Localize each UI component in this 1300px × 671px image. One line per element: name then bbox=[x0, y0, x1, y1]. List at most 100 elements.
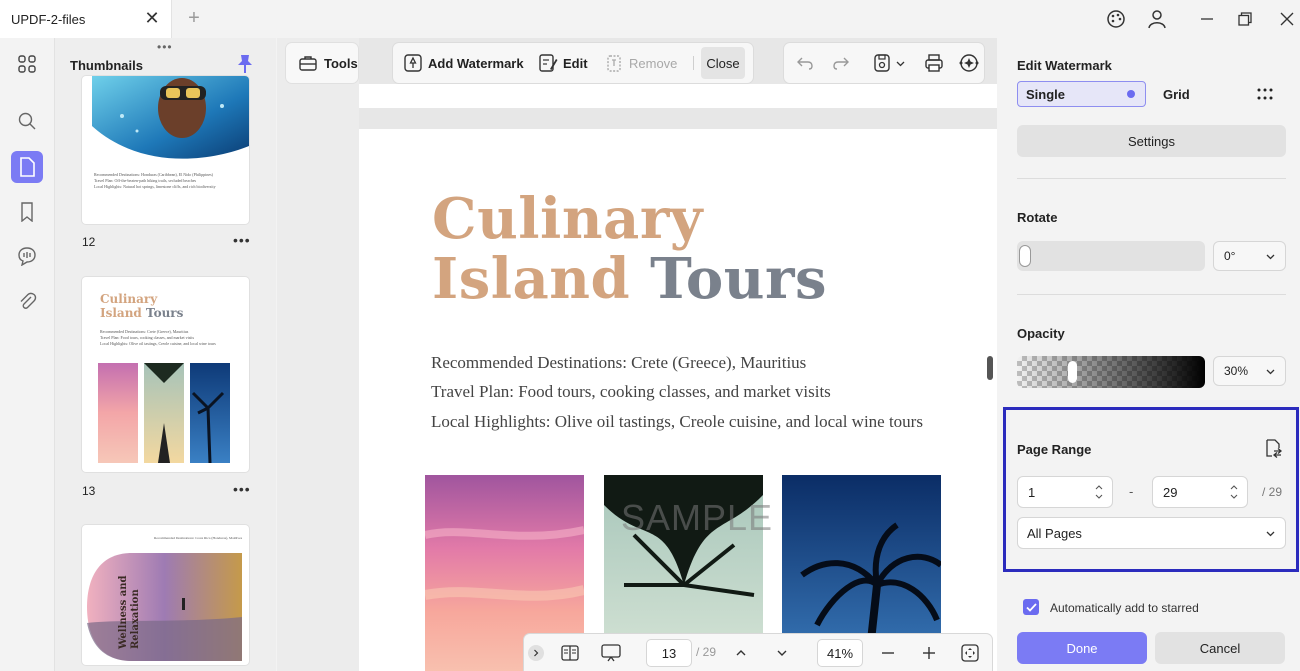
tools-button[interactable]: Tools bbox=[286, 43, 358, 83]
chevron-right-icon[interactable] bbox=[528, 645, 544, 661]
spinner-icon[interactable] bbox=[1094, 482, 1104, 502]
watermark-toolbar: Add Watermark Edit Remove Close bbox=[393, 43, 753, 83]
page-range-label: Page Range bbox=[1017, 442, 1092, 457]
thumbnail-header: Recommended Destinations: Costa Rica (Ho… bbox=[154, 536, 243, 540]
account-icon[interactable] bbox=[1146, 8, 1168, 30]
mode-grid-option[interactable]: Grid bbox=[1155, 81, 1285, 107]
pin-icon[interactable] bbox=[236, 54, 254, 74]
thumbnail-text: Recommended Destinations: Crete (Greece)… bbox=[100, 329, 216, 346]
page-layout-icon[interactable] bbox=[559, 642, 581, 664]
auto-star-checkbox[interactable] bbox=[1023, 599, 1039, 615]
page-navigation-bar: 13 / 29 41% bbox=[524, 634, 992, 671]
body-line-highlights: Local Highlights: Olive oil tastings, Cr… bbox=[431, 412, 923, 431]
tab-title: UPDF-2-files bbox=[11, 12, 86, 27]
page-range-dropdown[interactable]: All Pages bbox=[1017, 517, 1286, 549]
apps-icon[interactable] bbox=[11, 48, 43, 80]
search-icon[interactable] bbox=[11, 105, 43, 137]
thumbnail-text: Recommended Destinations: Honduras (Cari… bbox=[94, 172, 216, 189]
thumbnail-more-icon[interactable]: ••• bbox=[233, 232, 251, 248]
thumbnails-panel: ••• Thumbnails Recommended Destinations:… bbox=[54, 38, 276, 671]
watermark-preview[interactable]: SAMPLE bbox=[621, 497, 773, 539]
zoom-in-icon[interactable] bbox=[918, 642, 940, 664]
rotate-slider[interactable] bbox=[1017, 241, 1205, 271]
remove-watermark-button[interactable]: Remove bbox=[604, 43, 677, 83]
rotate-slider-knob[interactable] bbox=[1019, 245, 1031, 267]
document-area: Culinary Island Tours Recommended Destin… bbox=[359, 38, 997, 671]
opacity-slider-knob[interactable] bbox=[1068, 361, 1077, 383]
range-to-input[interactable]: 29 bbox=[1152, 476, 1248, 508]
range-total: / 29 bbox=[1262, 485, 1283, 499]
edit-icon bbox=[539, 54, 558, 72]
tools-label: Tools bbox=[324, 55, 358, 71]
document-tab[interactable]: UPDF-2-files ✕ bbox=[0, 0, 172, 38]
opacity-label: Opacity bbox=[1017, 326, 1065, 341]
fit-page-icon[interactable] bbox=[959, 642, 981, 664]
auto-star-label: Automatically add to starred bbox=[1050, 601, 1199, 615]
chevron-down-icon bbox=[1266, 369, 1275, 375]
thumbnail-page-13[interactable]: Culinary Island Tours Recommended Destin… bbox=[82, 277, 249, 472]
toolbox-icon bbox=[299, 56, 317, 71]
title-bar: UPDF-2-files ✕ + bbox=[0, 0, 1300, 38]
ai-assistant-icon[interactable] bbox=[958, 52, 980, 74]
panel-title: Edit Watermark bbox=[1017, 58, 1112, 73]
done-button[interactable]: Done bbox=[1017, 632, 1147, 664]
left-rail bbox=[0, 38, 54, 671]
opacity-dropdown[interactable]: 30% bbox=[1213, 356, 1286, 386]
page-icon[interactable] bbox=[11, 151, 43, 183]
thumbnail-side-title: Wellness and Relaxation bbox=[118, 575, 141, 650]
zoom-level-input[interactable]: 41% bbox=[817, 639, 863, 667]
previous-page-edge bbox=[359, 84, 997, 108]
edit-watermark-button[interactable]: Edit bbox=[538, 43, 588, 83]
cancel-button[interactable]: Cancel bbox=[1155, 632, 1285, 664]
presentation-icon[interactable] bbox=[600, 642, 622, 664]
file-toolbar bbox=[784, 43, 984, 83]
print-icon[interactable] bbox=[923, 52, 945, 74]
thumbnail-photos bbox=[98, 363, 230, 463]
comment-icon[interactable] bbox=[11, 240, 43, 272]
mode-single-option[interactable]: Single bbox=[1017, 81, 1146, 107]
bookmark-icon[interactable] bbox=[11, 196, 43, 228]
thumbnail-more-icon[interactable]: ••• bbox=[233, 481, 251, 497]
restore-icon[interactable] bbox=[1234, 8, 1256, 30]
range-from-input[interactable]: 1 bbox=[1017, 476, 1113, 508]
minimize-icon[interactable] bbox=[1196, 8, 1218, 30]
page-swap-icon[interactable] bbox=[1263, 438, 1283, 458]
redo-icon[interactable] bbox=[830, 52, 852, 74]
previous-page-icon[interactable] bbox=[730, 642, 752, 664]
page-number-input[interactable]: 13 bbox=[646, 639, 692, 667]
save-icon[interactable] bbox=[871, 52, 893, 74]
next-page-icon[interactable] bbox=[771, 642, 793, 664]
page-title-line1: Culinary bbox=[432, 186, 703, 252]
panel-grip[interactable]: ••• bbox=[157, 40, 173, 54]
attachment-icon[interactable] bbox=[11, 285, 43, 317]
close-watermark-button[interactable]: Close bbox=[701, 47, 745, 79]
thumbnail-image-wellness bbox=[87, 553, 242, 661]
spinner-icon[interactable] bbox=[1229, 482, 1239, 502]
zoom-out-icon[interactable] bbox=[877, 642, 899, 664]
close-icon[interactable]: ✕ bbox=[144, 9, 160, 27]
remove-icon bbox=[607, 55, 621, 72]
add-watermark-button[interactable]: Add Watermark bbox=[403, 43, 524, 83]
settings-button[interactable]: Settings bbox=[1017, 125, 1286, 157]
thumbnail-page-12[interactable]: Recommended Destinations: Honduras (Cari… bbox=[82, 76, 249, 224]
page-title-line2: Island Tours bbox=[432, 246, 827, 312]
plus-icon[interactable]: + bbox=[184, 8, 204, 28]
edit-watermark-panel: Edit Watermark Single Grid Settings Rota… bbox=[997, 38, 1300, 671]
thumbnail-page-14[interactable]: Recommended Destinations: Costa Rica (Ho… bbox=[82, 525, 249, 665]
chevron-down-icon bbox=[1266, 254, 1275, 260]
body-line-travel-plan: Travel Plan: Food tours, cooking classes… bbox=[431, 382, 831, 401]
body-line-destinations: Recommended Destinations: Crete (Greece)… bbox=[431, 353, 807, 372]
vertical-scrollbar[interactable] bbox=[987, 356, 993, 380]
add-watermark-icon bbox=[404, 54, 422, 72]
rotate-label: Rotate bbox=[1017, 210, 1058, 225]
palette-icon[interactable] bbox=[1105, 8, 1127, 30]
document-page: Culinary Island Tours Recommended Destin… bbox=[359, 129, 997, 671]
close-icon[interactable] bbox=[1276, 8, 1298, 30]
rotate-dropdown[interactable]: 0° bbox=[1213, 241, 1286, 271]
thumbnail-image-diver bbox=[92, 76, 249, 159]
checkmark-icon bbox=[1025, 602, 1037, 612]
chevron-down-icon[interactable] bbox=[894, 52, 906, 74]
undo-icon[interactable] bbox=[794, 52, 816, 74]
opacity-slider[interactable] bbox=[1017, 356, 1205, 388]
selected-dot-icon bbox=[1127, 90, 1135, 98]
